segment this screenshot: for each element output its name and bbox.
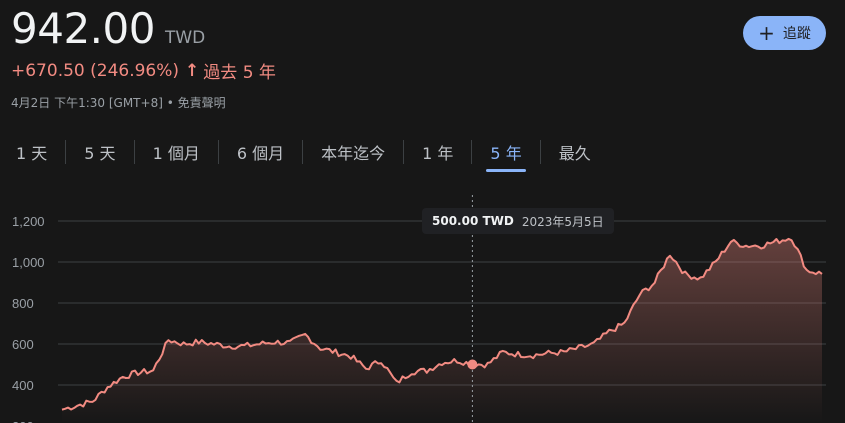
timestamp-disclaimer: 4月2日 下午1:30 [GMT+8] • 免責聲明 xyxy=(11,96,226,110)
current-price: 942.00 xyxy=(11,4,155,53)
tab-1y[interactable]: 1 年 xyxy=(404,136,471,168)
hover-tooltip: 500.00 TWD 2023年5月5日 xyxy=(422,208,614,234)
tab-ytd[interactable]: 本年迄今 xyxy=(303,136,403,168)
tab-5d[interactable]: 5 天 xyxy=(66,136,133,168)
tab-6m[interactable]: 6 個月 xyxy=(219,136,302,168)
tooltip-value: 500.00 TWD xyxy=(432,214,514,228)
arrow-up-icon: ↑ xyxy=(185,60,200,81)
y-tick-label: 400 xyxy=(12,378,34,393)
follow-button-label: 追蹤 xyxy=(782,26,811,42)
tab-1d[interactable]: 1 天 xyxy=(0,136,65,168)
tooltip-date: 2023年5月5日 xyxy=(521,214,604,229)
tab-max[interactable]: 最久 xyxy=(541,136,609,168)
y-tick-label: 200 xyxy=(12,419,34,423)
y-tick-label: 1,200 xyxy=(12,214,45,229)
plus-icon: + xyxy=(758,21,775,45)
y-tick-label: 1,000 xyxy=(12,255,45,270)
change-period: 過去 5 年 xyxy=(203,63,276,83)
price-header: 942.00 TWD xyxy=(11,4,205,53)
currency-code: TWD xyxy=(164,28,206,48)
y-tick-label: 800 xyxy=(12,296,34,311)
range-tabs: 1 天 5 天 1 個月 6 個月 本年迄今 1 年 5 年 最久 xyxy=(0,134,609,172)
hover-point xyxy=(467,359,478,370)
change-value: +670.50 (246.96%) xyxy=(11,60,180,81)
price-change: +670.50 (246.96%) ↑ 過去 5 年 xyxy=(11,58,276,84)
tab-5y[interactable]: 5 年 xyxy=(472,136,539,172)
y-tick-label: 600 xyxy=(12,337,34,352)
tab-1m[interactable]: 1 個月 xyxy=(135,136,218,168)
follow-button[interactable]: + 追蹤 xyxy=(743,16,826,50)
price-area xyxy=(62,238,822,423)
